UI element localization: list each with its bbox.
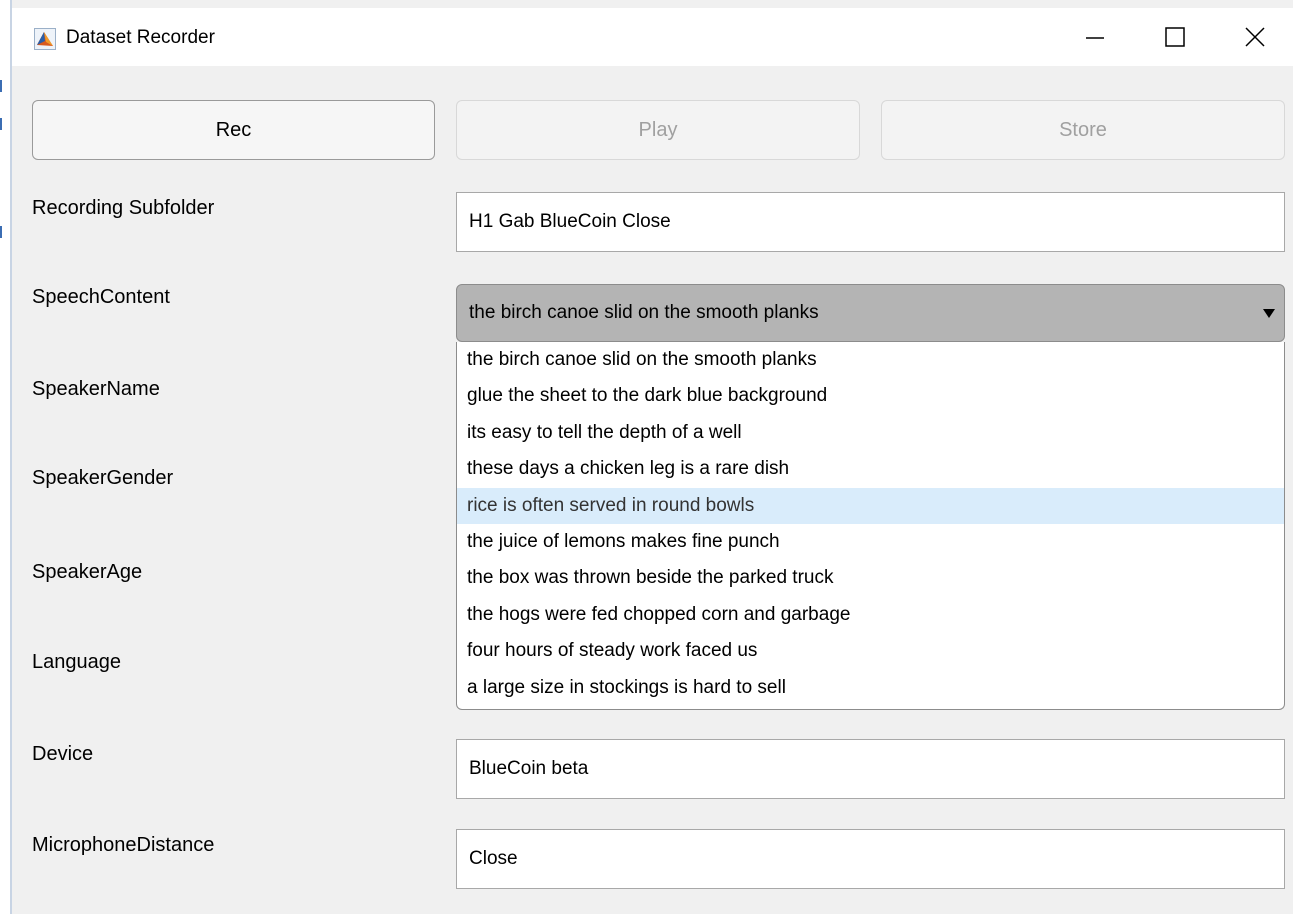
dropdown-option[interactable]: a large size in stockings is hard to sel…	[457, 670, 1284, 706]
dropdown-option[interactable]: the birch canoe slid on the smooth plank…	[457, 342, 1284, 378]
microphone-distance-label: MicrophoneDistance	[32, 834, 215, 856]
dropdown-option[interactable]: four hours of steady work faced us	[457, 633, 1284, 669]
recording-subfolder-value: H1 Gab BlueCoin Close	[469, 211, 671, 232]
chevron-down-icon	[1263, 309, 1275, 318]
form-panel: Rec Play Store Recording Subfolder H1 Ga…	[12, 66, 1293, 914]
edge-mark	[0, 80, 2, 92]
window-title: Dataset Recorder	[66, 27, 215, 48]
minimize-button[interactable]	[1065, 8, 1125, 66]
title-bar: Dataset Recorder	[12, 8, 1293, 66]
dropdown-option[interactable]: these days a chicken leg is a rare dish	[457, 451, 1284, 487]
speech-content-dropdown-list: the birch canoe slid on the smooth plank…	[456, 342, 1285, 710]
speaker-age-label: SpeakerAge	[32, 561, 143, 583]
device-label: Device	[32, 743, 94, 765]
speech-content-select[interactable]: the birch canoe slid on the smooth plank…	[456, 284, 1285, 342]
recording-subfolder-field[interactable]: H1 Gab BlueCoin Close	[456, 192, 1285, 252]
dropdown-option[interactable]: its easy to tell the depth of a well	[457, 415, 1284, 451]
close-button[interactable]	[1225, 8, 1285, 66]
dropdown-option[interactable]: glue the sheet to the dark blue backgrou…	[457, 378, 1284, 414]
speech-content-label: SpeechContent	[32, 286, 170, 308]
store-button[interactable]: Store	[881, 100, 1285, 160]
microphone-distance-field[interactable]: Close	[456, 829, 1285, 889]
device-field[interactable]: BlueCoin beta	[456, 739, 1285, 799]
maximize-button[interactable]	[1145, 8, 1205, 66]
edge-mark	[0, 118, 2, 130]
microphone-distance-value: Close	[469, 848, 518, 869]
minimize-icon	[1086, 37, 1104, 39]
dropdown-option[interactable]: the box was thrown beside the parked tru…	[457, 560, 1284, 596]
speaker-name-label: SpeakerName	[32, 378, 160, 400]
dropdown-option-hovered[interactable]: rice is often served in round bowls	[457, 487, 1284, 524]
window-left-edge	[0, 0, 12, 914]
device-value: BlueCoin beta	[469, 758, 589, 779]
close-icon	[1245, 27, 1265, 47]
speaker-gender-label: SpeakerGender	[32, 467, 174, 489]
edge-mark	[0, 226, 2, 238]
play-button[interactable]: Play	[456, 100, 860, 160]
dataset-recorder-window: Dataset Recorder Rec Play Store Recordin…	[0, 0, 1293, 914]
rec-button[interactable]: Rec	[32, 100, 435, 160]
speech-content-value: the birch canoe slid on the smooth plank…	[469, 302, 819, 323]
dropdown-option[interactable]: the juice of lemons makes fine punch	[457, 524, 1284, 560]
dropdown-option[interactable]: the hogs were fed chopped corn and garba…	[457, 597, 1284, 633]
maximize-icon	[1165, 27, 1185, 47]
recording-subfolder-label: Recording Subfolder	[32, 197, 215, 219]
matlab-membrane-icon	[34, 28, 56, 50]
language-label: Language	[32, 651, 121, 673]
